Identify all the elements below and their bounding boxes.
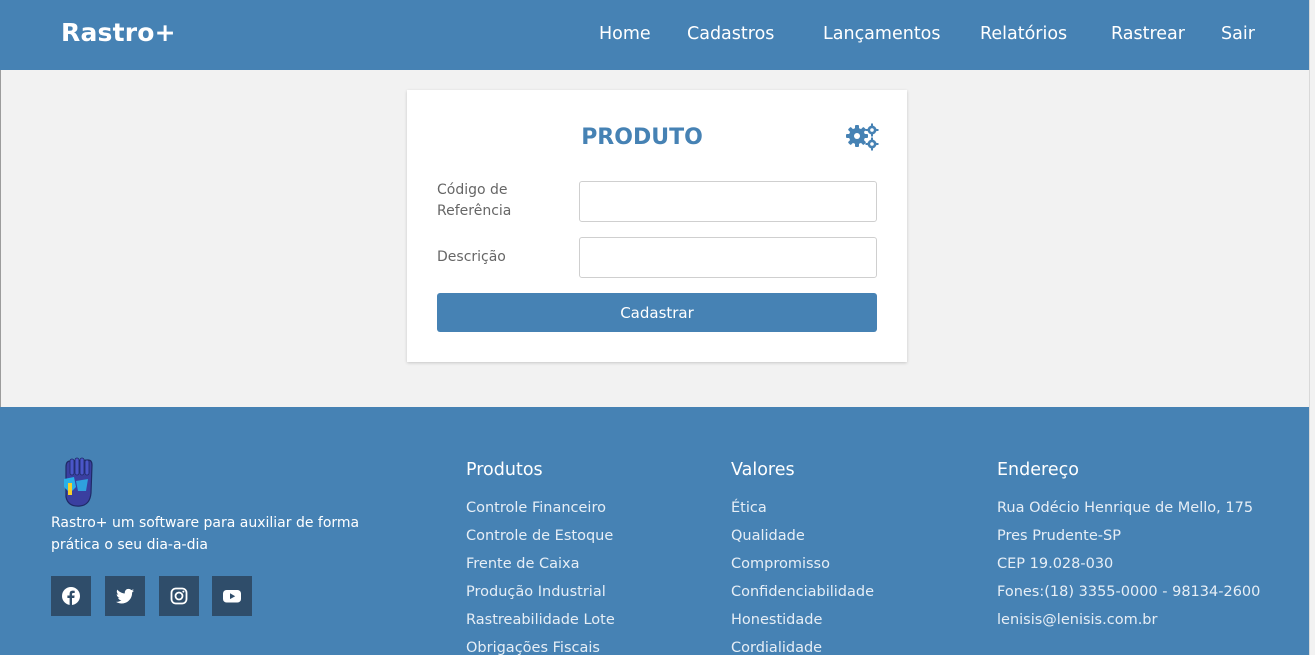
produtos-item[interactable]: Frente de Caixa: [466, 556, 580, 572]
form-title: PRODUTO: [581, 125, 703, 150]
valores-item[interactable]: Qualidade: [731, 528, 805, 544]
valores-item[interactable]: Honestidade: [731, 612, 822, 628]
glove-logo-icon: [64, 457, 93, 507]
twitter-button[interactable]: [105, 576, 145, 616]
address-cep: CEP 19.028-030: [997, 556, 1114, 572]
cadastrar-button[interactable]: Cadastrar: [437, 293, 877, 332]
address-phones: Fones:(18) 3355-0000 - 98134-2600: [997, 584, 1261, 600]
produtos-item[interactable]: Obrigações Fiscais: [466, 640, 600, 655]
valores-item[interactable]: Compromisso: [731, 556, 830, 572]
codigo-label: Código de Referência: [437, 180, 511, 222]
produtos-item[interactable]: Rastreabilidade Lote: [466, 612, 615, 628]
address-email-link[interactable]: lenisis@lenisis.com.br: [997, 612, 1157, 628]
produtos-title: Produtos: [466, 460, 543, 480]
instagram-icon: [170, 587, 188, 605]
nav-home[interactable]: Home: [599, 24, 651, 44]
address-city: Pres Prudente-SP: [997, 528, 1121, 544]
page-left-border: [0, 70, 1, 407]
valores-item[interactable]: Ética: [731, 500, 767, 516]
valores-item[interactable]: Cordialidade: [731, 640, 822, 655]
nav-relatorios[interactable]: Relatórios: [980, 24, 1067, 44]
gears-icon: [846, 123, 879, 151]
produtos-item[interactable]: Controle de Estoque: [466, 528, 613, 544]
facebook-button[interactable]: [51, 576, 91, 616]
twitter-icon: [116, 588, 134, 604]
codigo-label-line2: Referência: [437, 203, 512, 219]
produtos-item[interactable]: Produção Industrial: [466, 584, 606, 600]
codigo-label-line1: Código de: [437, 182, 508, 198]
youtube-button[interactable]: [212, 576, 252, 616]
descricao-input[interactable]: [579, 237, 877, 278]
nav-rastrear[interactable]: Rastrear: [1111, 24, 1185, 44]
address-line: Rua Odécio Henrique de Mello, 175: [997, 500, 1254, 516]
facebook-icon: [62, 587, 80, 605]
instagram-button[interactable]: [159, 576, 199, 616]
endereco-title: Endereço: [997, 460, 1079, 480]
top-navbar: Rastro+ Home Cadastros Lançamentos Relat…: [0, 0, 1315, 70]
nav-sair[interactable]: Sair: [1221, 24, 1255, 44]
produtos-item[interactable]: Controle Financeiro: [466, 500, 606, 516]
valores-item[interactable]: Confidenciabilidade: [731, 584, 874, 600]
product-form-card: PRODUTO Código de Referência Descrição C…: [407, 90, 907, 362]
youtube-icon: [223, 590, 241, 603]
descricao-label: Descrição: [437, 249, 506, 265]
footer-tagline: Rastro+ um software para auxiliar de for…: [51, 515, 360, 553]
codigo-referencia-input[interactable]: [579, 181, 877, 222]
nav-cadastros[interactable]: Cadastros: [687, 24, 774, 44]
nav-lancamentos[interactable]: Lançamentos: [823, 24, 941, 44]
window-right-edge: [1309, 0, 1315, 655]
footer: Rastro+ um software para auxiliar de for…: [0, 407, 1309, 655]
valores-title: Valores: [731, 460, 795, 480]
brand-logo[interactable]: Rastro+: [61, 18, 176, 47]
